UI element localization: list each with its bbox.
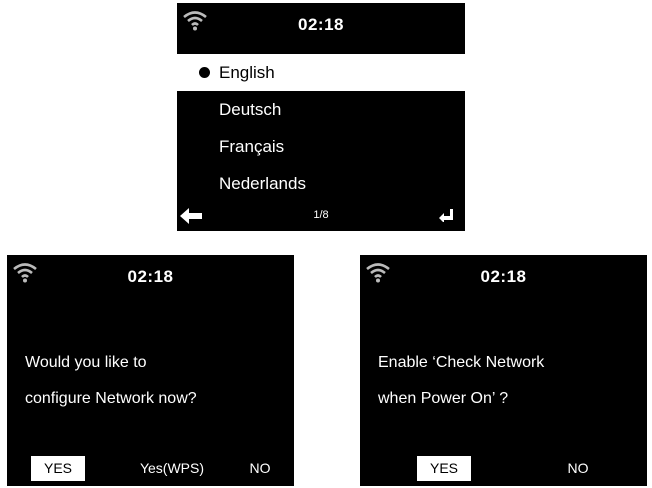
yes-wps-button[interactable]: Yes(WPS): [129, 456, 215, 481]
language-item-nederlands[interactable]: Nederlands: [177, 165, 465, 202]
language-label: Français: [219, 137, 285, 156]
language-label: English: [219, 63, 275, 82]
status-bar: 02:18: [360, 255, 647, 297]
yes-button[interactable]: YES: [31, 456, 85, 481]
yes-button[interactable]: YES: [417, 456, 471, 481]
no-button[interactable]: NO: [241, 456, 279, 481]
language-item-english[interactable]: English: [177, 54, 465, 91]
check-network-screen: 02:18 Enable ‘Check Network when Power O…: [360, 255, 647, 486]
prompt-line-1: Would you like to: [25, 354, 147, 371]
status-bar: 02:18: [7, 255, 294, 297]
clock-time: 02:18: [127, 267, 174, 286]
language-list: English Deutsch Français Nederlands: [177, 54, 465, 202]
language-label: Deutsch: [219, 100, 282, 119]
no-button[interactable]: NO: [559, 456, 597, 481]
prompt-text: Would you like to configure Network now?: [25, 345, 197, 417]
configure-network-screen: 02:18 Would you like to configure Networ…: [7, 255, 294, 486]
prompt-line-2: when Power On’ ?: [378, 390, 509, 407]
bottom-bar: 1/8: [177, 203, 465, 231]
prompt-line-2: configure Network now?: [25, 390, 197, 407]
language-label: Nederlands: [219, 174, 306, 193]
language-item-francais[interactable]: Français: [177, 128, 465, 165]
clock-time: 02:18: [480, 267, 527, 286]
clock-time: 02:18: [298, 15, 344, 34]
status-bar: 02:18: [177, 3, 465, 45]
enter-icon[interactable]: [439, 209, 453, 222]
selected-dot-icon: [199, 67, 210, 78]
language-screen: 02:18 English Deutsch Français Nederland…: [177, 3, 465, 231]
prompt-text: Enable ‘Check Network when Power On’ ?: [378, 345, 544, 417]
prompt-line-1: Enable ‘Check Network: [378, 354, 545, 371]
page-indicator: 1/8: [313, 209, 329, 221]
language-item-deutsch[interactable]: Deutsch: [177, 91, 465, 128]
